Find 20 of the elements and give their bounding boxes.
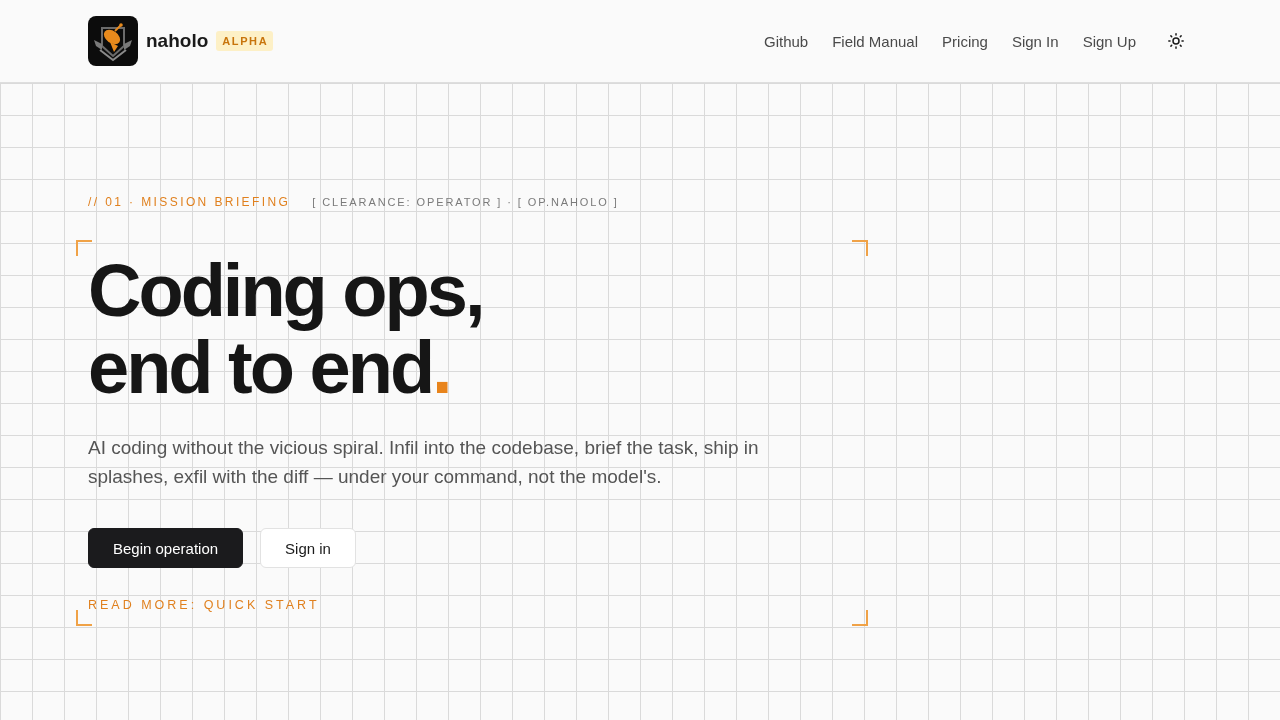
sun-icon [1168, 33, 1184, 49]
sign-in-button[interactable]: Sign in [260, 528, 356, 568]
begin-button[interactable]: Begin operation [88, 528, 244, 568]
alpha-badge: ALPHA [216, 31, 274, 51]
corner-bracket-icon [852, 610, 868, 626]
section-label: // 01 · MISSION BRIEFING [88, 195, 291, 209]
nav-link[interactable]: Pricing [942, 32, 988, 50]
nav-link[interactable]: Sign Up [1082, 32, 1136, 50]
nav-link[interactable]: Sign In [1011, 32, 1059, 50]
nav-link[interactable]: Github [763, 32, 809, 50]
corner-bracket-icon [76, 610, 92, 626]
clearance-tags: [ CLEARANCE: OPERATOR ] · [ OP.NAHOLO ] [312, 195, 619, 209]
nav-link[interactable]: Field Manual [832, 32, 919, 50]
hero-headline: Coding ops, end to end. [88, 252, 483, 406]
logo-icon[interactable] [88, 16, 138, 66]
theme-toggle-button[interactable] [1168, 33, 1184, 49]
corner-bracket-icon [76, 240, 92, 256]
brand-name: naholo [146, 30, 209, 52]
corner-bracket-icon [852, 240, 868, 256]
hero-description: AI coding without the vicious spiral. Infil into the codebase, brief the task, ship in splashes, exfil with the diff — under your command, not the model's. [88, 436, 760, 489]
